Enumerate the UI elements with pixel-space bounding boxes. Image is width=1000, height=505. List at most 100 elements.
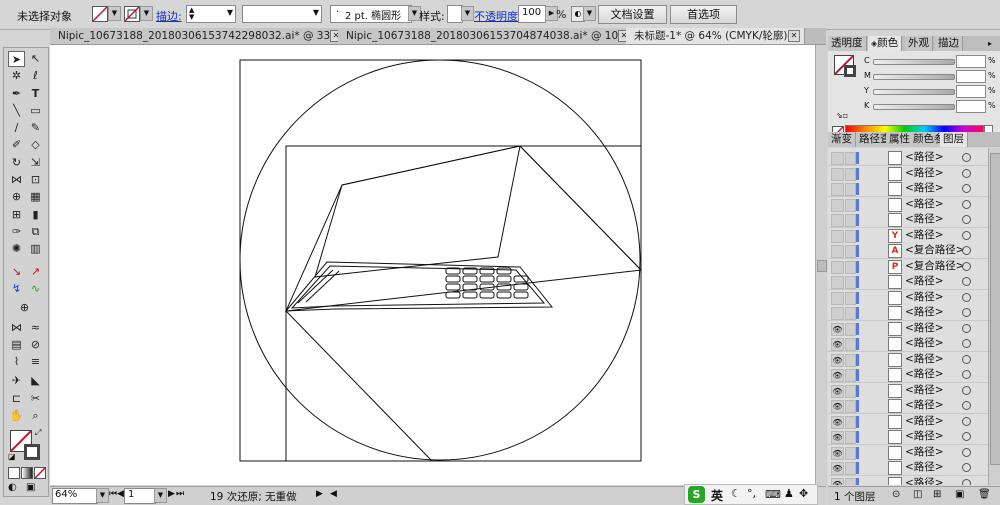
target-circle-icon[interactable] — [962, 153, 971, 162]
close-icon[interactable]: ✕ — [788, 30, 800, 42]
status-scroll-left-icon[interactable]: ◀ — [330, 489, 337, 499]
ime-language[interactable]: 英 — [711, 487, 723, 504]
lock-toggle[interactable] — [845, 384, 856, 398]
visibility-eye-icon[interactable] — [831, 152, 844, 165]
layer-row[interactable]: 👁 <路径> — [828, 398, 1000, 414]
knife-tool-icon[interactable]: ✂ — [27, 391, 44, 407]
path-tool-icon[interactable]: ↯ — [8, 281, 25, 297]
scale-tool-icon[interactable]: ⇲ — [27, 155, 44, 171]
document-tab-2[interactable]: Nipic_10673188_20180306153704874038.ai* … — [338, 28, 635, 44]
layer-row[interactable]: P <复合路径> — [828, 258, 1000, 275]
lock-toggle[interactable] — [845, 477, 856, 485]
lock-toggle[interactable] — [845, 152, 856, 165]
live-paint-tool-icon[interactable]: ↗ — [27, 264, 44, 280]
visibility-eye-icon[interactable]: 👁 — [831, 353, 844, 367]
layer-row[interactable]: 👁 <路径> — [828, 413, 1000, 430]
layer-row[interactable]: <路径> — [828, 196, 1000, 213]
pen-tool-icon[interactable]: ✒ — [8, 86, 25, 102]
moon-icon[interactable]: ☾ — [731, 487, 741, 500]
pencil-tool-icon[interactable]: ✎ — [27, 120, 44, 136]
slider-track[interactable] — [873, 89, 955, 95]
visibility-eye-icon[interactable]: 👁 — [831, 384, 844, 398]
stroke-label[interactable]: 描边: — [156, 8, 182, 24]
gradient-tool-icon[interactable]: ▮ — [27, 207, 44, 223]
symbol-sprayer-tool-icon[interactable]: ✺ — [8, 241, 25, 257]
target-circle-icon[interactable] — [962, 401, 971, 410]
gradient-mode-icon[interactable] — [21, 467, 33, 479]
tab-stroke[interactable]: 描边 — [935, 36, 963, 51]
lock-toggle[interactable] — [845, 245, 856, 258]
visibility-eye-icon[interactable]: 👁 — [831, 431, 844, 444]
layer-row[interactable]: <路径> — [828, 181, 1000, 197]
line-tool-icon[interactable]: ╲ — [8, 103, 25, 119]
target-circle-icon[interactable] — [962, 478, 971, 485]
lock-toggle[interactable] — [845, 338, 856, 351]
last-artboard-icon[interactable]: ⏭ — [176, 489, 184, 499]
rotate-tool-icon[interactable]: ↻ — [8, 155, 25, 171]
shape-builder-tool-icon[interactable]: ⊕ — [8, 189, 25, 205]
scatter-tool-icon[interactable]: ⌇ — [8, 354, 25, 370]
lock-toggle[interactable] — [845, 214, 856, 227]
variable-width-field[interactable]: ▼ — [242, 5, 322, 23]
slider-track[interactable] — [873, 104, 955, 110]
channel-value-field[interactable] — [956, 55, 986, 68]
type-tool-icon[interactable]: T — [27, 86, 44, 102]
opacity-label[interactable]: 不透明度: — [474, 8, 522, 24]
lock-toggle[interactable] — [845, 353, 856, 367]
target-tool-icon[interactable]: ⊕ — [16, 300, 33, 316]
lock-toggle[interactable] — [845, 167, 856, 181]
slider-c[interactable]: C % — [828, 55, 1000, 68]
tab-appearance[interactable]: 外观 — [905, 36, 933, 51]
visibility-eye-icon[interactable]: 👁 — [831, 446, 844, 460]
target-circle-icon[interactable] — [962, 199, 971, 209]
tab-layers[interactable]: 图层 — [940, 132, 968, 147]
target-circle-icon[interactable] — [962, 215, 971, 224]
visibility-eye-icon[interactable]: 👁 — [831, 415, 844, 429]
target-circle-icon[interactable] — [962, 261, 971, 271]
layer-row[interactable]: <路径> — [828, 165, 1000, 182]
target-circle-icon[interactable] — [962, 292, 971, 302]
layer-row[interactable]: 👁 <路径> — [828, 460, 1000, 476]
slider-track[interactable] — [873, 59, 955, 65]
layer-row[interactable]: 👁 <路径> — [828, 429, 1000, 445]
visibility-eye-icon[interactable] — [831, 198, 844, 212]
recolor-dropdown[interactable]: ▼ — [583, 6, 596, 21]
visibility-eye-icon[interactable] — [831, 291, 844, 305]
none-mode-icon[interactable] — [34, 467, 46, 479]
layer-row[interactable]: 👁 <路径> — [828, 475, 1000, 485]
fill-dropdown[interactable]: ▼ — [108, 6, 121, 21]
lock-toggle[interactable] — [845, 229, 856, 243]
lock-toggle[interactable] — [845, 322, 856, 336]
target-circle-icon[interactable] — [962, 354, 971, 364]
target-circle-icon[interactable] — [962, 432, 971, 441]
target-circle-icon[interactable] — [962, 323, 971, 333]
layer-row[interactable]: <路径> — [828, 305, 1000, 321]
layer-row[interactable]: <路径> — [828, 150, 1000, 166]
direct-selection-tool-icon[interactable]: ↖ — [27, 51, 44, 67]
zoom-dropdown[interactable]: ▼ — [96, 488, 109, 503]
channel-value-field[interactable] — [956, 85, 986, 98]
artboard-tool-icon[interactable]: ⊏ — [8, 391, 25, 407]
canvas-vertical-scrollbar[interactable] — [815, 45, 827, 485]
visibility-eye-icon[interactable] — [831, 214, 844, 227]
layer-row[interactable]: <路径> — [828, 274, 1000, 290]
artboard-dropdown[interactable]: ▼ — [154, 488, 167, 503]
opacity-field[interactable]: 100 — [518, 5, 546, 23]
stroke-weight-field[interactable]: ▲ ▼ ▼ — [186, 5, 236, 23]
channel-value-field[interactable] — [956, 100, 986, 113]
visibility-eye-icon[interactable] — [831, 229, 844, 243]
lock-toggle[interactable] — [845, 198, 856, 212]
hand-tool-icon[interactable]: ✋ — [8, 408, 25, 424]
visibility-eye-icon[interactable] — [831, 167, 844, 181]
visibility-eye-icon[interactable]: 👁 — [831, 462, 844, 475]
target-circle-icon[interactable] — [962, 370, 971, 379]
chart-tool-icon[interactable]: ▤ — [8, 337, 25, 353]
screen-mode-icon[interactable]: ▣ — [26, 482, 35, 493]
magic-wand-tool-icon[interactable]: ✲ — [8, 68, 25, 84]
target-circle-icon[interactable] — [962, 230, 971, 240]
width-tool-icon[interactable]: ⋈ — [8, 172, 25, 188]
slider-y[interactable]: Y % — [828, 85, 1000, 98]
visibility-eye-icon[interactable]: 👁 — [831, 322, 844, 336]
layer-row[interactable]: A <复合路径> — [828, 243, 1000, 259]
artboard-canvas[interactable] — [50, 45, 826, 485]
